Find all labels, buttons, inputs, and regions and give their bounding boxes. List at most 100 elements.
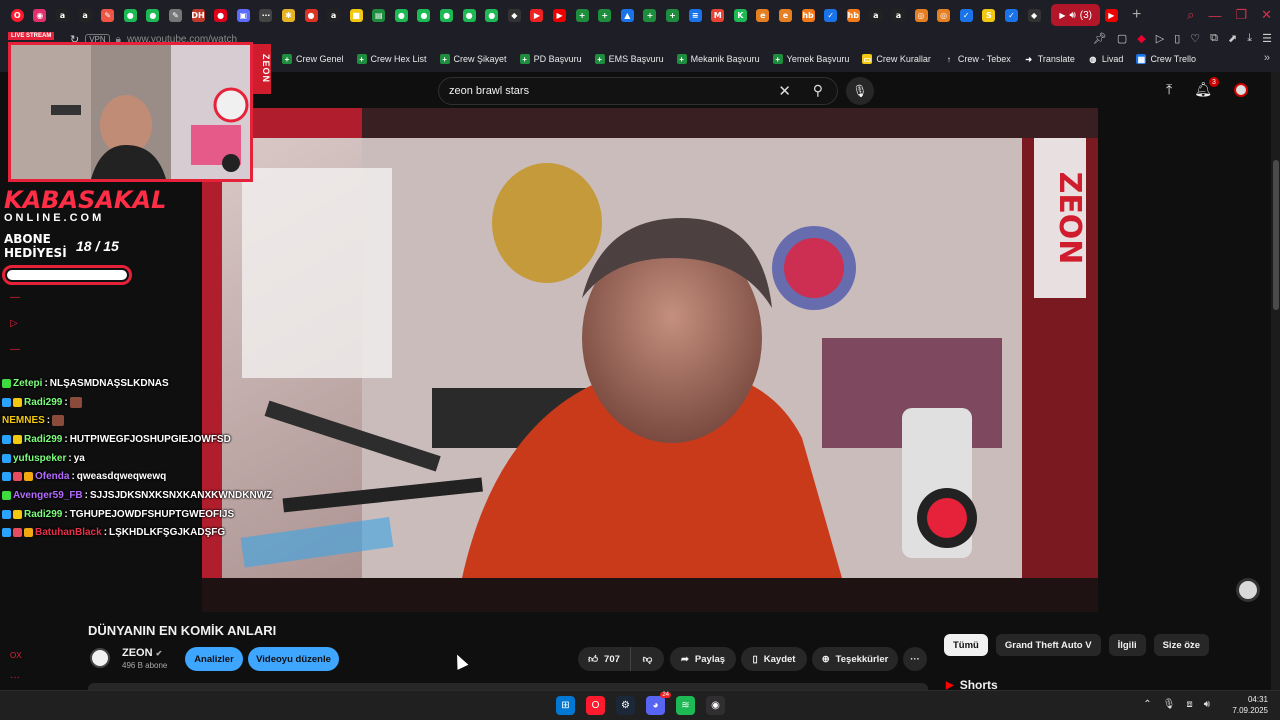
browser-tab[interactable]: ▶	[526, 0, 549, 30]
download-icon[interactable]: ⤓	[1247, 32, 1252, 45]
channel-watermark-icon[interactable]	[1236, 578, 1260, 602]
play-icon[interactable]: ▷	[1156, 32, 1164, 45]
upload-icon[interactable]: ⤒	[1166, 81, 1172, 98]
extensions-icon[interactable]: ⧉	[1210, 32, 1218, 45]
maximize-button[interactable]: ❐	[1235, 7, 1247, 23]
opera-menu-button[interactable]: O	[6, 0, 29, 30]
browser-tab[interactable]: ✓	[1000, 0, 1023, 30]
dislike-button[interactable]: 👎︎	[630, 647, 664, 671]
rail-dash-icon-2[interactable]: —	[10, 344, 20, 355]
browser-tab[interactable]: +	[593, 0, 616, 30]
bookmark-item[interactable]: ↑ Crew - Tebex	[943, 54, 1011, 64]
channel-name-text[interactable]: ZEON	[122, 647, 153, 659]
network-icon[interactable]: ⧈	[1186, 699, 1192, 710]
thanks-button[interactable]: ⊕ Teşekkürler	[812, 647, 898, 671]
browser-tab[interactable]: a	[865, 0, 888, 30]
browser-tab[interactable]: +	[571, 0, 594, 30]
bookmark-item[interactable]: + Yemek Başvuru	[772, 54, 849, 64]
browser-tab[interactable]: +	[661, 0, 684, 30]
browser-tab[interactable]: ◆	[503, 0, 526, 30]
filter-chip[interactable]: Size öze	[1153, 634, 1210, 656]
analytics-button[interactable]: Analizler	[185, 647, 243, 671]
browser-tab[interactable]: ●	[142, 0, 165, 30]
browser-tab[interactable]: ●	[209, 0, 232, 30]
close-window-button[interactable]: ✕	[1261, 7, 1272, 23]
tab-search-icon[interactable]: ⌕	[1187, 7, 1194, 23]
discord-icon[interactable]: ◕ 24	[646, 692, 671, 715]
browser-tab[interactable]: ▶	[548, 0, 571, 30]
browser-tab[interactable]: ◎	[910, 0, 933, 30]
browser-tab[interactable]: ●	[413, 0, 436, 30]
pocket-icon[interactable]: ◆	[1137, 32, 1145, 45]
browser-tab[interactable]: ≡	[684, 0, 707, 30]
browser-tab[interactable]: a	[74, 0, 97, 30]
browser-tab[interactable]: K	[729, 0, 752, 30]
browser-tab[interactable]: hb	[842, 0, 865, 30]
browser-tab[interactable]: M	[706, 0, 729, 30]
active-tab[interactable]: ▶ 🔊︎ (3)	[1051, 4, 1101, 26]
voice-search-icon[interactable]: 🎙︎	[846, 77, 874, 105]
browser-tab[interactable]: ✓	[955, 0, 978, 30]
system-clock[interactable]: 04:31 7.09.2025	[1232, 694, 1268, 716]
scrollbar-thumb[interactable]	[1273, 160, 1279, 310]
channel-avatar[interactable]	[90, 648, 110, 668]
browser-tab[interactable]: ✱	[277, 0, 300, 30]
obs-icon[interactable]: ◉	[706, 696, 725, 715]
windows-start-icon[interactable]: ⊞	[556, 696, 575, 715]
rail-dash-icon[interactable]: —	[10, 292, 20, 303]
browser-tab[interactable]: ✎	[96, 0, 119, 30]
heart-icon[interactable]: ♡	[1190, 32, 1200, 45]
browser-tab[interactable]: ▣	[232, 0, 255, 30]
bookmark-item[interactable]: + Crew Şikayet	[439, 54, 507, 64]
search-icon[interactable]: ⚲	[813, 82, 823, 99]
tray-overflow-icon[interactable]: ⌃	[1143, 699, 1151, 710]
new-tab-button[interactable]: +	[1127, 6, 1147, 24]
like-button[interactable]: 👍︎ 707	[578, 647, 630, 671]
browser-tab[interactable]: ●	[300, 0, 323, 30]
filter-chip[interactable]: İlgili	[1108, 634, 1146, 656]
browser-tab[interactable]: a	[51, 0, 74, 30]
browser-tab[interactable]: ●	[480, 0, 503, 30]
steam-icon[interactable]: ⚙	[616, 696, 635, 715]
clear-search-icon[interactable]: ✕	[778, 82, 791, 100]
browser-tab[interactable]: ▤	[368, 0, 391, 30]
bookmark-item[interactable]: ▭ Crew Kurallar	[862, 54, 931, 64]
browser-tab[interactable]: hb	[797, 0, 820, 30]
browser-tab[interactable]: e	[774, 0, 797, 30]
snapshot-icon[interactable]: ▢	[1117, 32, 1127, 45]
bookmark-item[interactable]: + Crew Genel	[282, 54, 344, 64]
edit-video-button[interactable]: Videoyu düzenle	[248, 647, 339, 671]
browser-tab[interactable]: ✓	[819, 0, 842, 30]
easy-setup-icon[interactable]: ☰	[1262, 32, 1272, 45]
browser-tab[interactable]: ■	[345, 0, 368, 30]
bookmark-item[interactable]: ▦ Crew Trello	[1136, 54, 1196, 64]
browser-tab[interactable]: ●	[119, 0, 142, 30]
browser-tab[interactable]: ◎	[932, 0, 955, 30]
pinned-tab-yt[interactable]: ▶	[1100, 0, 1123, 30]
bookmark-item[interactable]: ➜ Translate	[1023, 54, 1075, 64]
browser-tab[interactable]: ◉	[29, 0, 52, 30]
video-player[interactable]: ZEON	[202, 108, 1098, 612]
page-scrollbar[interactable]	[1271, 72, 1280, 692]
browser-tab[interactable]: a	[887, 0, 910, 30]
browser-tab[interactable]: ▲	[616, 0, 639, 30]
pin-icon[interactable]: 📌︎	[1093, 32, 1107, 45]
filter-chip[interactable]: Tümü	[944, 634, 988, 656]
browser-tab[interactable]: +	[639, 0, 662, 30]
browser-tab[interactable]: DH	[187, 0, 210, 30]
search-input[interactable]: zeon brawl stars	[449, 85, 529, 97]
browser-tab[interactable]: S	[978, 0, 1001, 30]
channel-name[interactable]: ZEON ✔	[122, 647, 162, 659]
browser-tab[interactable]: ⋯	[255, 0, 278, 30]
volume-icon[interactable]: 🔊︎	[1204, 699, 1210, 710]
share-button[interactable]: ➦ Paylaş	[670, 647, 736, 671]
rail-more-icon[interactable]: ···	[10, 672, 20, 683]
browser-tab[interactable]: ●	[458, 0, 481, 30]
bookmark-item[interactable]: + Mekanik Başvuru	[676, 54, 760, 64]
opera-icon[interactable]: O	[586, 696, 605, 715]
minimize-button[interactable]: —	[1208, 8, 1221, 23]
browser-tab[interactable]: a	[322, 0, 345, 30]
browser-tab[interactable]: ●	[435, 0, 458, 30]
bookmark-item[interactable]: ◍ Livad	[1087, 54, 1123, 64]
bookmark-item[interactable]: + PD Başvuru	[519, 54, 582, 64]
